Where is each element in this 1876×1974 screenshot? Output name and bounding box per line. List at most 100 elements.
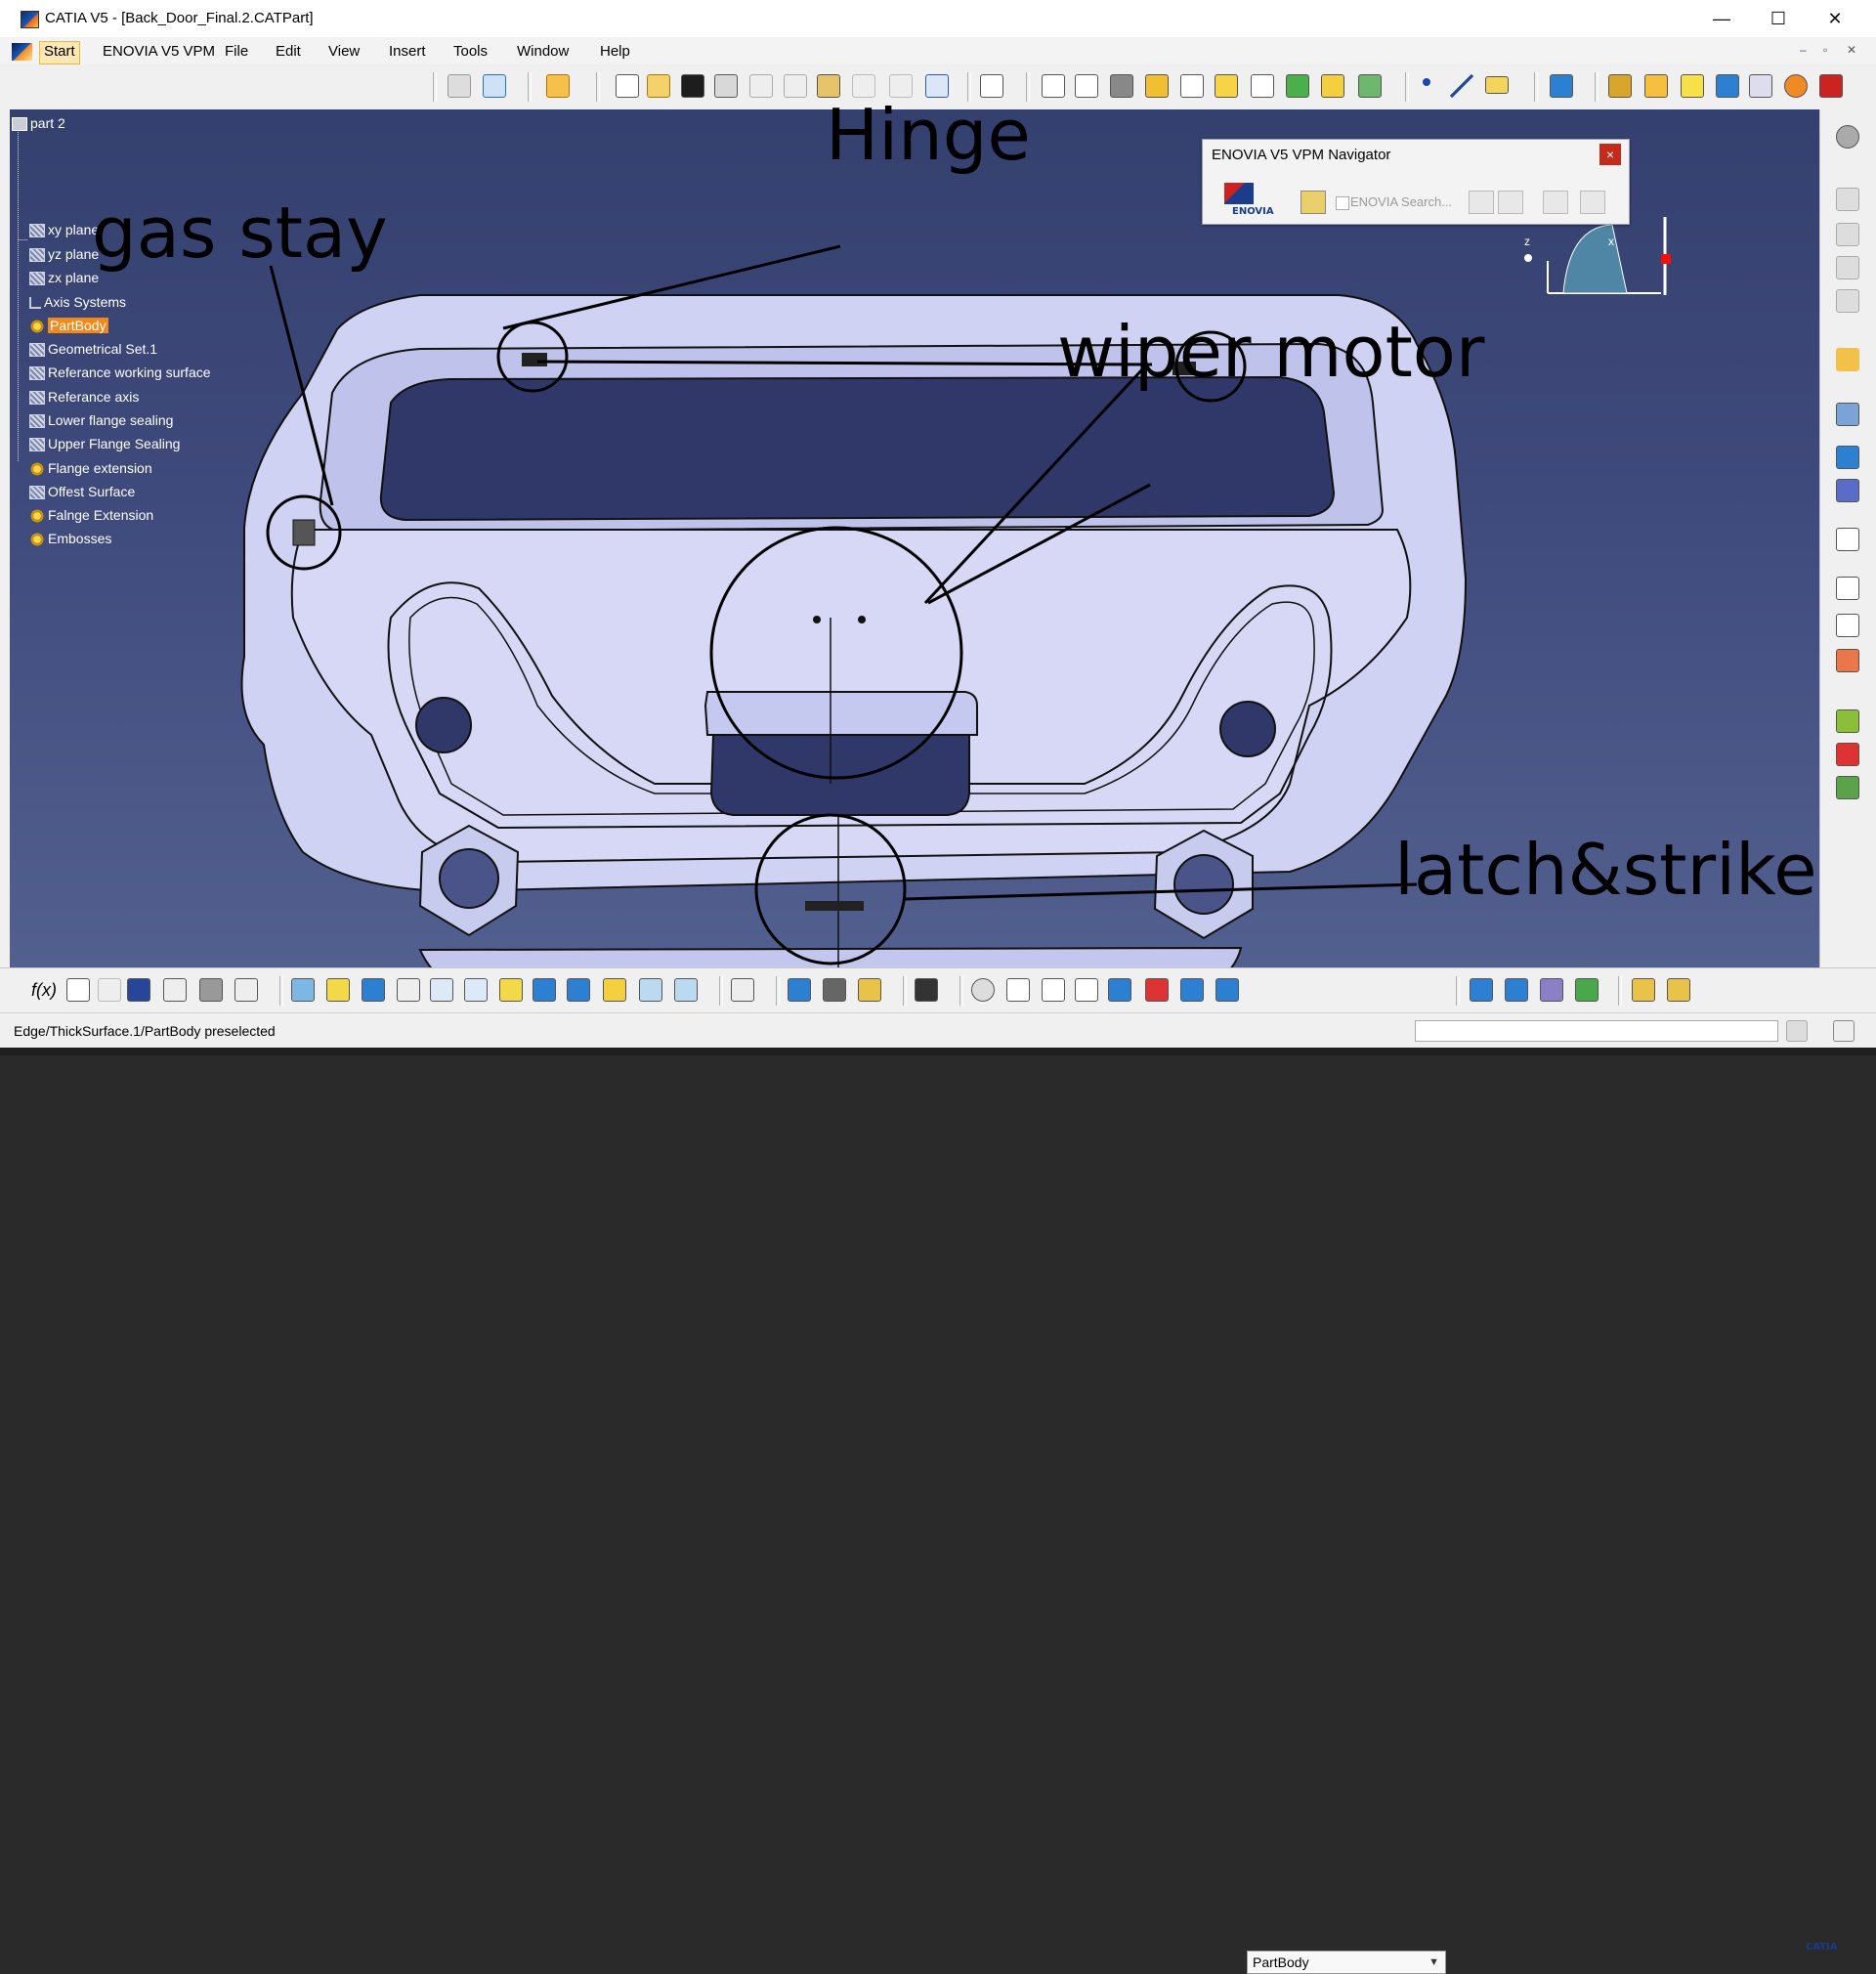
- pan-icon[interactable]: [362, 978, 385, 1002]
- close-button[interactable]: ✕: [1808, 0, 1862, 37]
- enovia-close-button[interactable]: ×: [1599, 144, 1621, 165]
- new-icon[interactable]: [616, 74, 639, 98]
- fit-all-icon[interactable]: [1042, 74, 1065, 98]
- tree-item-flange-extension[interactable]: Flange extension: [29, 457, 152, 479]
- tree-item-geometrical-set-1[interactable]: Geometrical Set.1: [29, 338, 157, 360]
- properties-icon[interactable]: [823, 978, 846, 1002]
- revolve-icon[interactable]: [1251, 74, 1274, 98]
- render-icon[interactable]: [1836, 709, 1859, 733]
- enovia-sync-icon[interactable]: [1543, 191, 1568, 214]
- flag-note-icon[interactable]: [1836, 614, 1859, 637]
- iso-view-icon[interactable]: [567, 978, 590, 1002]
- multi-view-bottom-icon[interactable]: [533, 978, 556, 1002]
- input-go-button[interactable]: [1786, 1020, 1808, 1042]
- tree-item-partbody[interactable]: PartBody: [29, 315, 108, 336]
- analysis-icon[interactable]: [1836, 446, 1859, 469]
- publish-icon[interactable]: [731, 978, 754, 1002]
- menu-file[interactable]: File: [221, 41, 252, 63]
- knowledge-advisor-icon[interactable]: [66, 978, 90, 1002]
- thickness-icon[interactable]: [1819, 74, 1843, 98]
- workbench-icon[interactable]: [546, 74, 570, 98]
- tree-item-zx-plane[interactable]: zx plane: [29, 267, 99, 288]
- search-icon[interactable]: [1833, 1020, 1855, 1042]
- hide-show-icon[interactable]: [199, 978, 223, 1002]
- open-icon[interactable]: [647, 74, 670, 98]
- zoom-out-icon[interactable]: [464, 978, 488, 1002]
- menu-window[interactable]: Window: [513, 41, 573, 63]
- layer-filter-icon[interactable]: [1667, 978, 1690, 1002]
- enovia-search-checkbox[interactable]: [1336, 196, 1349, 210]
- catalog-browser-icon[interactable]: [448, 74, 471, 98]
- bottle-icon[interactable]: [858, 978, 881, 1002]
- tree-item-upper-flange-sealing[interactable]: Upper Flange Sealing: [29, 433, 180, 454]
- split-icon[interactable]: [1644, 74, 1668, 98]
- enovia-refresh-icon[interactable]: [1580, 191, 1605, 214]
- body-combo-select[interactable]: PartBody ▼: [1247, 1951, 1446, 1974]
- body-icon[interactable]: [1215, 978, 1239, 1002]
- lamp-icon[interactable]: [98, 978, 121, 1002]
- trim-icon[interactable]: [1681, 74, 1704, 98]
- normal-view-bottom-icon[interactable]: [499, 978, 523, 1002]
- 3d-annotation-icon[interactable]: [1836, 649, 1859, 672]
- catia-menu-logo-icon[interactable]: [12, 43, 32, 61]
- capture-camera-icon[interactable]: [915, 978, 938, 1002]
- power-input-field[interactable]: [1415, 1020, 1778, 1042]
- measure-between-icon[interactable]: [1075, 978, 1098, 1002]
- table-icon[interactable]: [127, 978, 150, 1002]
- grid-icon[interactable]: [1836, 479, 1859, 502]
- minimize-button[interactable]: —: [1694, 0, 1749, 37]
- extrude-icon[interactable]: [1215, 74, 1238, 98]
- cylinder-icon[interactable]: [1180, 74, 1204, 98]
- menu-help[interactable]: Help: [596, 41, 634, 63]
- zoom-in-icon[interactable]: [430, 978, 453, 1002]
- fly-mode-icon[interactable]: [291, 978, 315, 1002]
- swap-visible-icon[interactable]: [234, 978, 258, 1002]
- tree-item-yz-plane[interactable]: yz plane: [29, 243, 99, 265]
- enovia-logo-icon[interactable]: [1224, 183, 1254, 204]
- paste-special-icon[interactable]: [1836, 188, 1859, 211]
- sketch-analysis-icon[interactable]: [1470, 978, 1493, 1002]
- enovia-tree-icon[interactable]: [1469, 191, 1494, 214]
- rotate-icon[interactable]: [397, 978, 420, 1002]
- edges-icon[interactable]: [639, 978, 662, 1002]
- enovia-search-label[interactable]: ENOVIA Search...: [1350, 194, 1452, 209]
- tree-item-embosses[interactable]: Embosses: [29, 528, 111, 549]
- doc-minimize-button[interactable]: –: [1800, 43, 1807, 57]
- fit-all-in-icon[interactable]: [326, 978, 350, 1002]
- dimension-icon[interactable]: [788, 978, 811, 1002]
- manipulate-icon[interactable]: [1006, 978, 1030, 1002]
- join-icon[interactable]: [1608, 74, 1632, 98]
- axis-compass-icon[interactable]: [1042, 978, 1065, 1002]
- doc-close-button[interactable]: ✕: [1847, 43, 1856, 57]
- tree-item-lower-flange-sealing[interactable]: Lower flange sealing: [29, 409, 173, 431]
- draft-analysis-icon[interactable]: [1540, 978, 1563, 1002]
- sweep-icon[interactable]: [1286, 74, 1309, 98]
- surface-analysis-icon[interactable]: [1505, 978, 1528, 1002]
- tree-item-referance-axis[interactable]: Referance axis: [29, 386, 139, 408]
- axis-system-icon[interactable]: [1784, 74, 1808, 98]
- scan-icon[interactable]: [163, 978, 187, 1002]
- boolean-icon[interactable]: [1836, 223, 1859, 246]
- tree-item-offest-surface[interactable]: Offest Surface: [29, 481, 135, 502]
- hidden-edges-icon[interactable]: [674, 978, 698, 1002]
- hierarchy-icon[interactable]: [1180, 978, 1204, 1002]
- blend-icon[interactable]: [1358, 74, 1382, 98]
- curvature-analysis-icon[interactable]: [1575, 978, 1599, 1002]
- zoom-fit-icon[interactable]: [1836, 528, 1859, 551]
- enovia-connect-icon[interactable]: [1300, 191, 1326, 214]
- copy-icon[interactable]: [784, 74, 807, 98]
- work-object-icon[interactable]: [1145, 978, 1169, 1002]
- catia-logo[interactable]: CATIA: [1806, 1942, 1838, 1953]
- menu-enovia-v5-vpm[interactable]: ENOVIA V5 VPM: [99, 41, 219, 63]
- measure-icon[interactable]: [1836, 403, 1859, 426]
- assemble-icon[interactable]: [1836, 256, 1859, 279]
- text-annotation-icon[interactable]: [1836, 577, 1859, 600]
- menu-view[interactable]: View: [324, 41, 363, 63]
- multi-view-icon[interactable]: [1145, 74, 1169, 98]
- remove-icon[interactable]: [1836, 289, 1859, 313]
- menu-edit[interactable]: Edit: [272, 41, 305, 63]
- view-icon[interactable]: [1075, 74, 1098, 98]
- update-icon[interactable]: [971, 978, 995, 1002]
- menu-insert[interactable]: Insert: [385, 41, 430, 63]
- material-icon[interactable]: [1836, 743, 1859, 766]
